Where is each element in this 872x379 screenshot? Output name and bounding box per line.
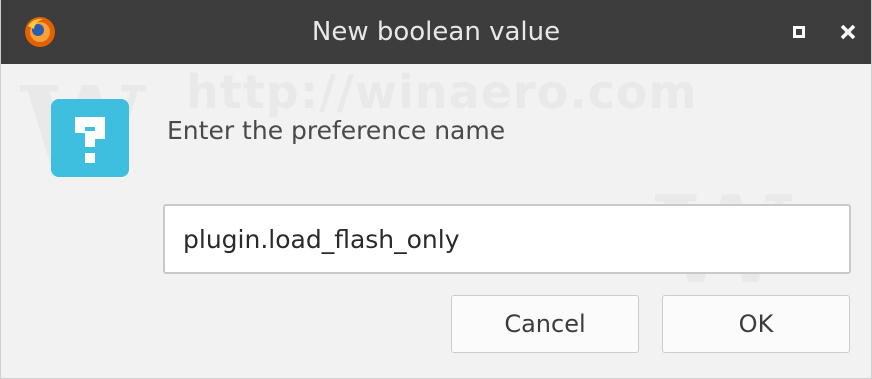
maximize-button[interactable] <box>785 18 813 46</box>
cancel-button[interactable]: Cancel <box>451 295 639 353</box>
close-icon <box>840 24 856 40</box>
close-button[interactable] <box>834 18 862 46</box>
title-bar: New boolean value <box>1 0 871 64</box>
watermark-text: http://winaero.com <box>186 65 698 119</box>
ok-button[interactable]: OK <box>662 295 850 353</box>
question-icon <box>51 99 129 177</box>
dialog-window: W http://winaero.com W New boolean value… <box>0 0 872 379</box>
window-title: New boolean value <box>311 17 561 47</box>
prompt-label: Enter the preference name <box>167 116 506 145</box>
preference-name-input[interactable] <box>163 204 851 274</box>
maximize-icon <box>793 26 805 38</box>
